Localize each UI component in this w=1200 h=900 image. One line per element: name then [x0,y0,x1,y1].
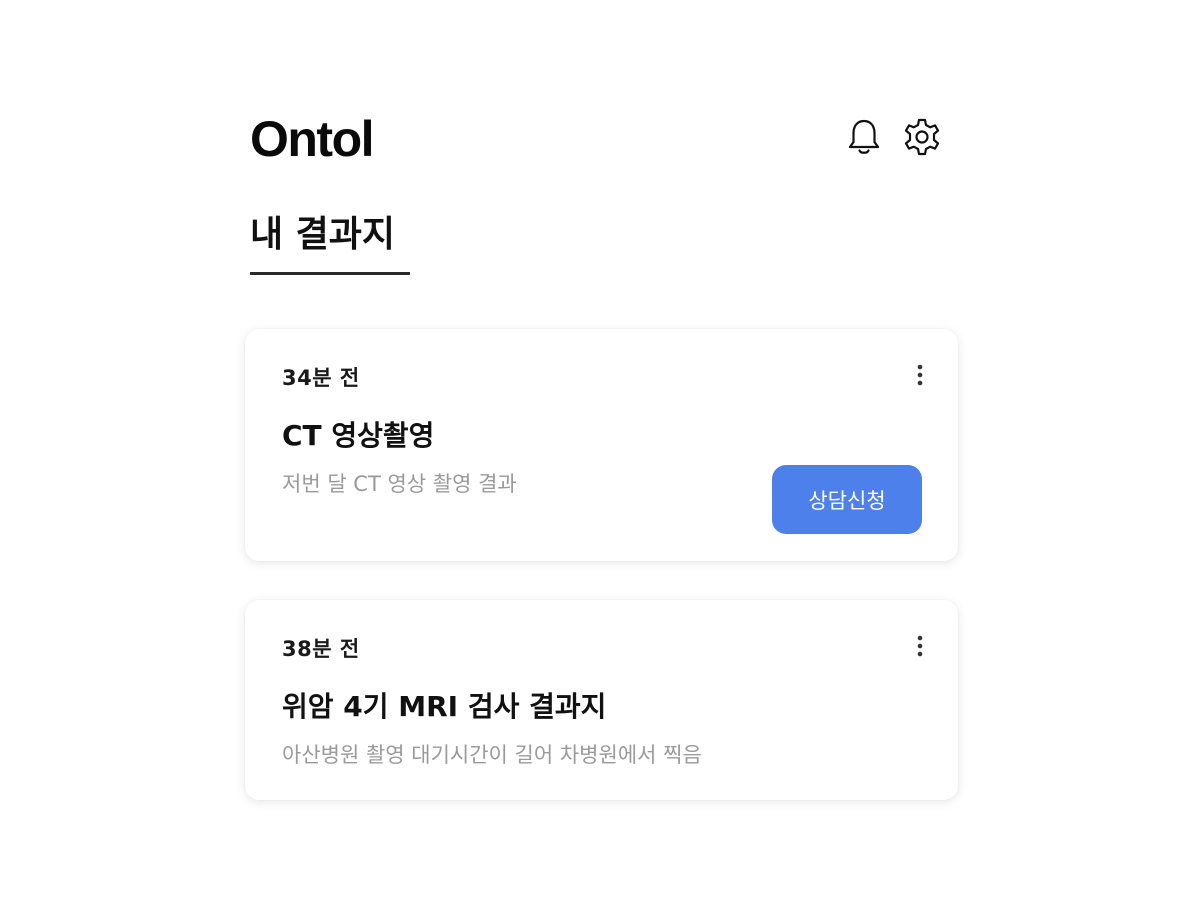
bell-icon [848,119,880,154]
active-tab-underline [250,272,410,275]
more-options-button[interactable] [909,631,931,661]
result-card[interactable]: 34분 전 CT 영상촬영 저번 달 CT 영상 촬영 결과 상담신청 [245,329,958,561]
page-title-tab[interactable]: 내 결과지 [250,207,395,263]
notifications-button[interactable] [844,116,884,158]
result-title: CT 영상촬영 [282,419,435,452]
result-card[interactable]: 38분 전 위암 4기 MRI 검사 결과지 아산병원 촬영 대기시간이 길어 … [245,600,958,800]
settings-button[interactable] [902,116,942,158]
result-title: 위암 4기 MRI 검사 결과지 [282,690,607,723]
consult-request-button[interactable]: 상담신청 [772,465,922,534]
result-description: 저번 달 CT 영상 촬영 결과 [282,472,517,496]
more-vertical-icon [917,364,923,386]
result-time: 38분 전 [282,637,360,661]
more-options-button[interactable] [909,360,931,390]
gear-icon [904,118,940,156]
result-time: 34분 전 [282,366,360,390]
result-description: 아산병원 촬영 대기시간이 길어 차병원에서 찍음 [282,743,702,767]
app-root: Ontol 내 결과지 34분 전 CT 영상촬영 저번 달 CT 영상 촬영 … [0,0,1200,900]
header-actions [844,116,942,158]
app-logo: Ontol [250,111,375,167]
more-vertical-icon [917,635,923,657]
